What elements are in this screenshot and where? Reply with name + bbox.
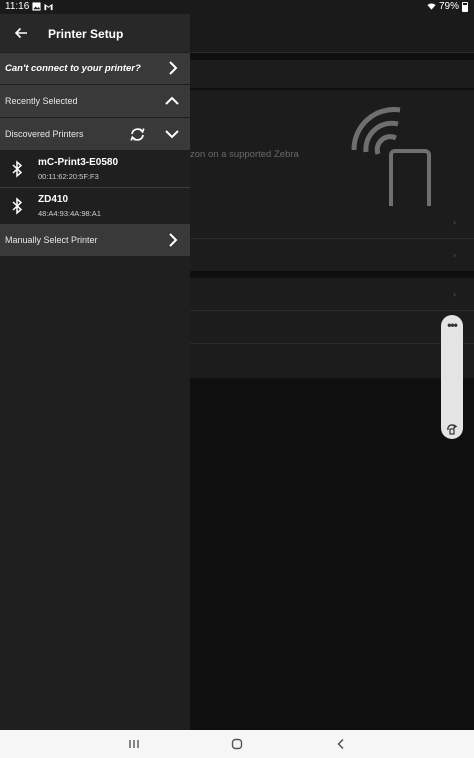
more-options-icon[interactable]: •••: [441, 319, 463, 331]
printer-mac: 48:A4:93:4A:98:A1: [38, 209, 101, 218]
status-bar: 11:16 79%: [0, 0, 474, 14]
drawer-header: Printer Setup: [0, 14, 190, 52]
bg-row: [190, 344, 474, 378]
bg-row: [190, 60, 474, 88]
battery-percent: 79%: [438, 1, 459, 12]
printer-name: ZD410: [38, 194, 69, 205]
status-time: 11:16: [5, 1, 30, 12]
printer-list-item[interactable]: ZD410 48:A4:93:4A:98:A1: [0, 188, 190, 224]
chevron-right-icon: [169, 61, 178, 75]
bg-row: [190, 311, 474, 343]
bluetooth-icon: [12, 160, 23, 178]
page-title: Printer Setup: [48, 27, 124, 41]
bg-partial-text: zon on a supported Zebra: [190, 149, 299, 160]
cant-connect-label: Can't connect to your printer?: [5, 63, 141, 74]
printer-setup-drawer: Printer Setup Can't connect to your prin…: [0, 14, 190, 730]
chevron-up-icon: [165, 96, 179, 105]
status-system-icons: 79%: [427, 1, 468, 12]
printer-mac: 00:11:62:20:5F:F3: [38, 172, 99, 181]
chevron-down-icon: [165, 130, 179, 139]
chevron-right-icon: ›: [453, 289, 456, 299]
refresh-icon[interactable]: [129, 127, 146, 142]
printer-list-item[interactable]: mC-Print3-E0580 00:11:62:20:5F:F3: [0, 151, 190, 187]
system-navigation-bar: [0, 730, 474, 758]
back-icon[interactable]: [334, 737, 348, 751]
bg-row: [190, 278, 474, 310]
edge-panel-handle[interactable]: •••: [441, 315, 463, 439]
bluetooth-icon: [12, 197, 23, 215]
chevron-right-icon: ›: [453, 250, 456, 260]
bg-row: [190, 239, 474, 271]
recently-selected-header[interactable]: Recently Selected: [0, 85, 190, 117]
recently-selected-label: Recently Selected: [5, 96, 78, 106]
manually-select-label: Manually Select Printer: [5, 235, 98, 245]
nfc-phone-icon: [351, 107, 431, 215]
recent-apps-icon[interactable]: [127, 737, 141, 751]
manually-select-printer-row[interactable]: Manually Select Printer: [0, 224, 190, 256]
battery-icon: [462, 1, 468, 12]
bg-header: [190, 14, 474, 52]
back-arrow-icon[interactable]: [13, 25, 29, 41]
image-icon: [32, 2, 41, 11]
home-icon[interactable]: [230, 737, 244, 751]
chevron-right-icon: ›: [453, 217, 456, 227]
printer-name: mC-Print3-E0580: [38, 157, 119, 168]
status-notification-icons: [32, 2, 53, 11]
rotate-icon[interactable]: [446, 423, 458, 435]
cant-connect-row[interactable]: Can't connect to your printer?: [0, 53, 190, 84]
discovered-printers-header[interactable]: Discovered Printers: [0, 118, 190, 150]
gmail-icon: [44, 3, 53, 11]
discovered-printers-label: Discovered Printers: [5, 129, 84, 139]
wifi-icon: [427, 3, 436, 10]
chevron-right-icon: [169, 233, 178, 247]
bg-divider: [190, 52, 474, 53]
bg-row: [190, 206, 474, 238]
